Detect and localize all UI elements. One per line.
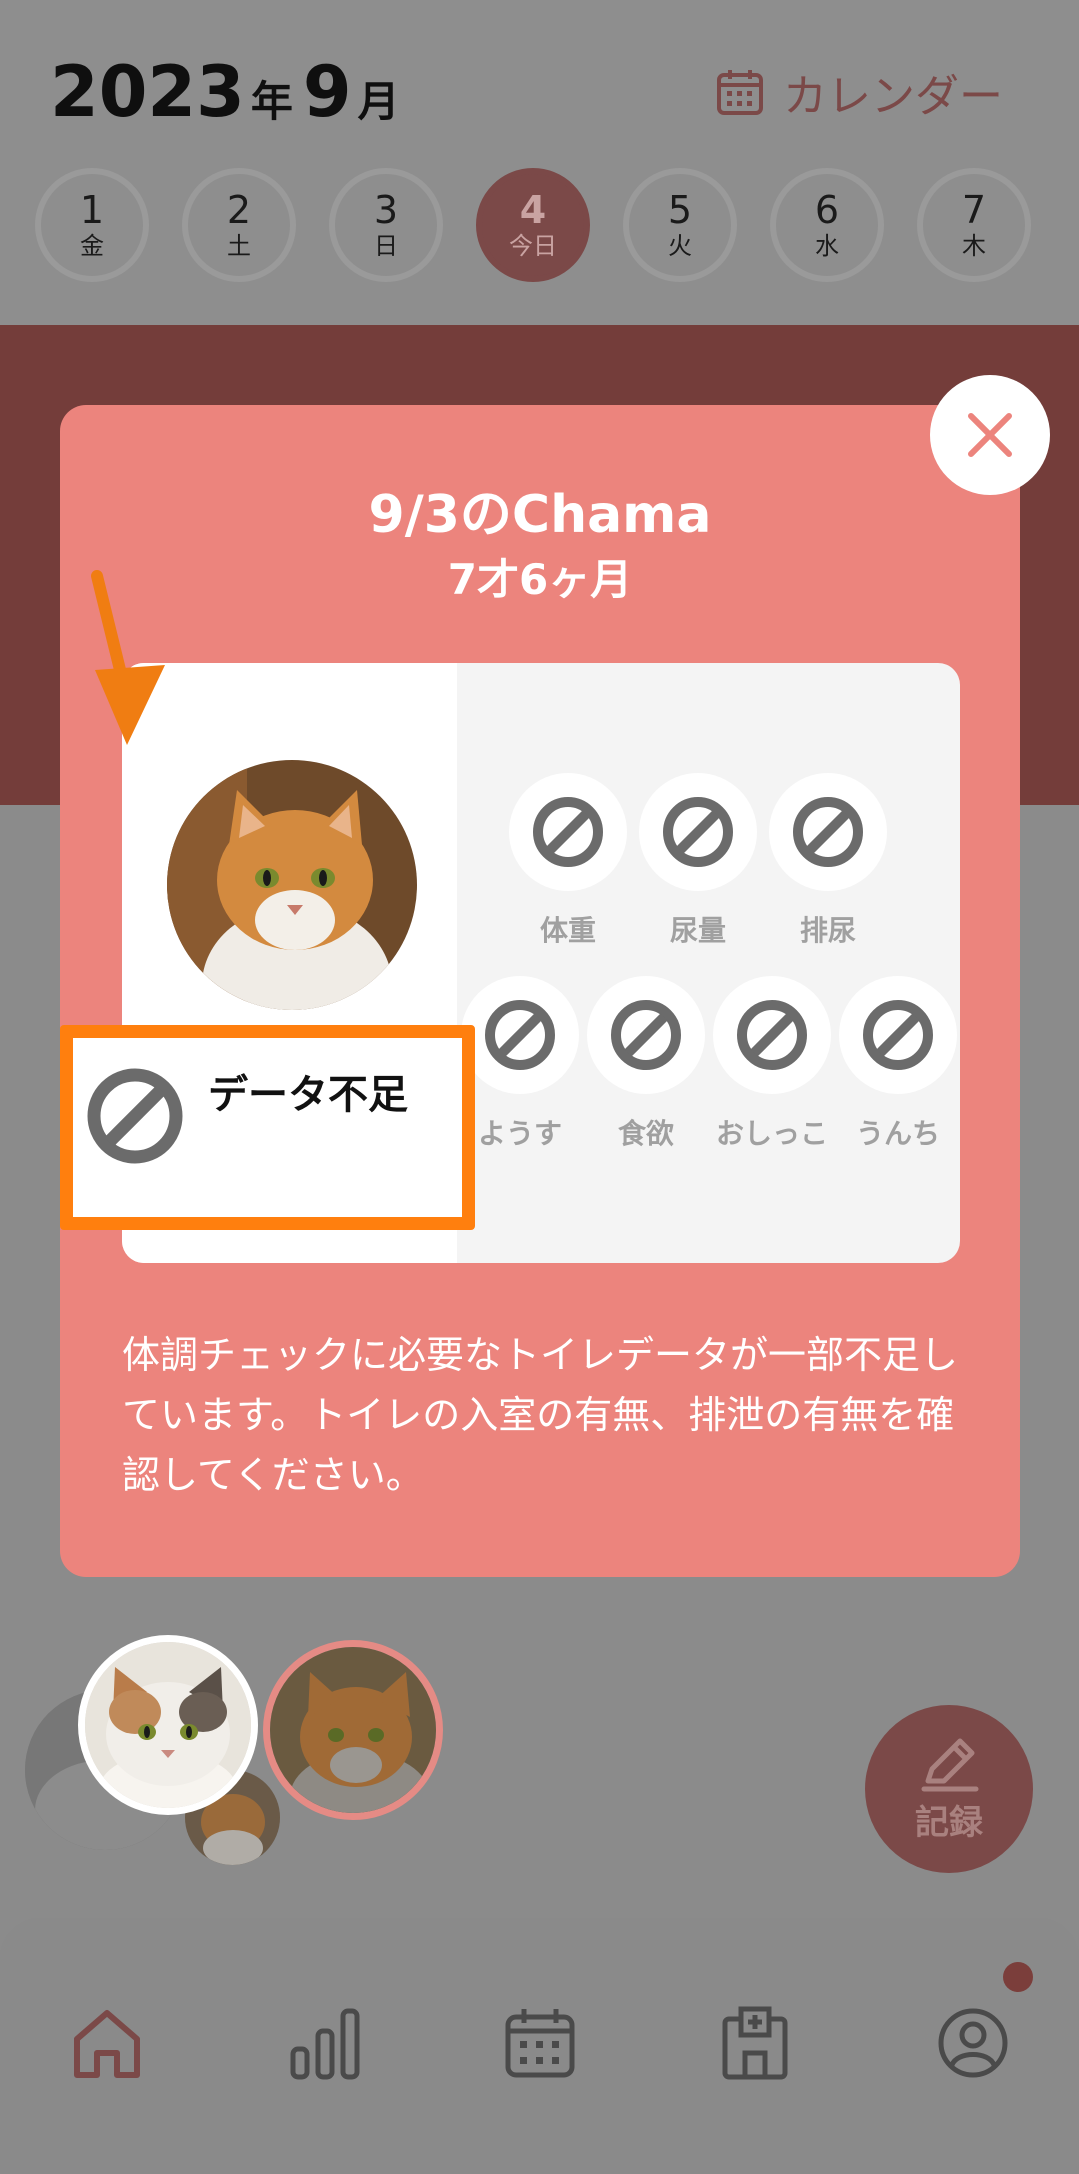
day-weekday: 木 bbox=[962, 232, 986, 260]
indicator-weight: 体重 bbox=[508, 773, 628, 949]
indicator-poop: うんち bbox=[838, 976, 958, 1152]
day-weekday: 火 bbox=[668, 232, 692, 260]
no-data-icon bbox=[639, 773, 757, 891]
day-number: 4 bbox=[519, 188, 547, 232]
nav-stats[interactable] bbox=[280, 1998, 370, 2088]
close-button[interactable] bbox=[930, 375, 1050, 495]
profile-icon bbox=[938, 2008, 1008, 2078]
modal-title: 9/3のChama bbox=[368, 485, 712, 545]
pet-avatar-calico[interactable] bbox=[78, 1635, 258, 1815]
bottom-nav bbox=[0, 1918, 1079, 2174]
indicator-urination: 排尿 bbox=[768, 773, 888, 949]
pencil-icon bbox=[921, 1738, 979, 1791]
day-weekday: 水 bbox=[815, 232, 839, 260]
day-weekday: 日 bbox=[374, 232, 398, 260]
indicator-appetite: 食欲 bbox=[586, 976, 706, 1152]
insufficient-data-status: データ不足 bbox=[60, 1025, 475, 1230]
pet-age: 7才6ヶ月 bbox=[447, 555, 633, 604]
pet-avatar bbox=[167, 760, 417, 1010]
day-4-today[interactable]: 4 今日 bbox=[476, 168, 590, 282]
day-number: 6 bbox=[814, 188, 840, 232]
hospital-icon bbox=[722, 2006, 788, 2080]
pet-avatar-chama[interactable] bbox=[263, 1640, 443, 1820]
health-check-modal: 9/3のChama 7才6ヶ月 体重 尿量 排尿 ようす 食欲 おしっこ うんち… bbox=[60, 405, 1020, 1577]
year-value: 2023 bbox=[50, 51, 245, 133]
record-label: 記録 bbox=[915, 1802, 983, 1843]
indicator-label: 排尿 bbox=[799, 914, 856, 947]
notification-dot bbox=[1003, 1962, 1033, 1992]
nav-hospital[interactable] bbox=[710, 1998, 800, 2088]
status-label: データ不足 bbox=[208, 1072, 408, 1118]
day-weekday: 土 bbox=[227, 232, 251, 260]
nav-calendar[interactable] bbox=[495, 1998, 585, 2088]
indicator-label: うんち bbox=[855, 1117, 940, 1150]
calendar-link[interactable]: カレンダー bbox=[715, 62, 1003, 122]
day-number: 3 bbox=[373, 188, 399, 232]
indicator-pee: おしっこ bbox=[712, 976, 832, 1152]
indicator-label: 体重 bbox=[539, 914, 596, 947]
nav-home[interactable] bbox=[62, 1998, 152, 2088]
year-unit: 年 bbox=[250, 77, 293, 126]
day-number: 7 bbox=[961, 188, 987, 232]
month-unit: 月 bbox=[357, 77, 400, 126]
calendar-icon bbox=[717, 70, 763, 115]
record-button[interactable]: 記録 bbox=[865, 1705, 1033, 1873]
chart-icon bbox=[290, 2008, 360, 2080]
home-icon bbox=[74, 2010, 140, 2078]
day-7[interactable]: 7木 bbox=[917, 168, 1031, 282]
indicator-label: ようす bbox=[477, 1117, 562, 1150]
indicator-urine-volume: 尿量 bbox=[638, 773, 758, 949]
day-number: 1 bbox=[79, 188, 105, 232]
day-weekday: 金 bbox=[80, 232, 104, 260]
modal-message: 体調チェックに必要なトイレデータが一部不足しています。トイレの入室の有無、排泄の… bbox=[122, 1333, 959, 1497]
no-data-icon bbox=[509, 773, 627, 891]
day-selector: 1金 2土 3日 4 今日 5火 6水 7木 bbox=[35, 168, 1045, 292]
no-data-icon bbox=[713, 976, 831, 1094]
indicator-label: 食欲 bbox=[617, 1117, 674, 1150]
day-1[interactable]: 1金 bbox=[35, 168, 149, 282]
day-weekday: 今日 bbox=[509, 232, 557, 260]
day-number: 2 bbox=[226, 188, 252, 232]
nav-profile[interactable] bbox=[928, 1998, 1018, 2088]
indicator-label: 尿量 bbox=[669, 914, 726, 947]
no-data-icon bbox=[769, 773, 887, 891]
indicator-label: おしっこ bbox=[715, 1117, 828, 1150]
indicator-condition: ようす bbox=[460, 976, 580, 1152]
day-3[interactable]: 3日 bbox=[329, 168, 443, 282]
month-title: 2023 年 9 月 bbox=[50, 52, 410, 142]
day-6[interactable]: 6水 bbox=[770, 168, 884, 282]
calendar-icon bbox=[505, 2009, 575, 2078]
day-5[interactable]: 5火 bbox=[623, 168, 737, 282]
no-data-icon bbox=[839, 976, 957, 1094]
day-2[interactable]: 2土 bbox=[182, 168, 296, 282]
orange-cat-photo bbox=[167, 760, 417, 1010]
no-data-icon bbox=[461, 976, 579, 1094]
calendar-label: カレンダー bbox=[783, 71, 1003, 122]
month-value: 9 bbox=[302, 51, 352, 133]
arrow-icon bbox=[91, 570, 165, 745]
close-icon bbox=[968, 413, 1012, 457]
no-data-icon bbox=[587, 976, 705, 1094]
day-number: 5 bbox=[667, 188, 693, 232]
no-data-icon bbox=[85, 1066, 185, 1170]
